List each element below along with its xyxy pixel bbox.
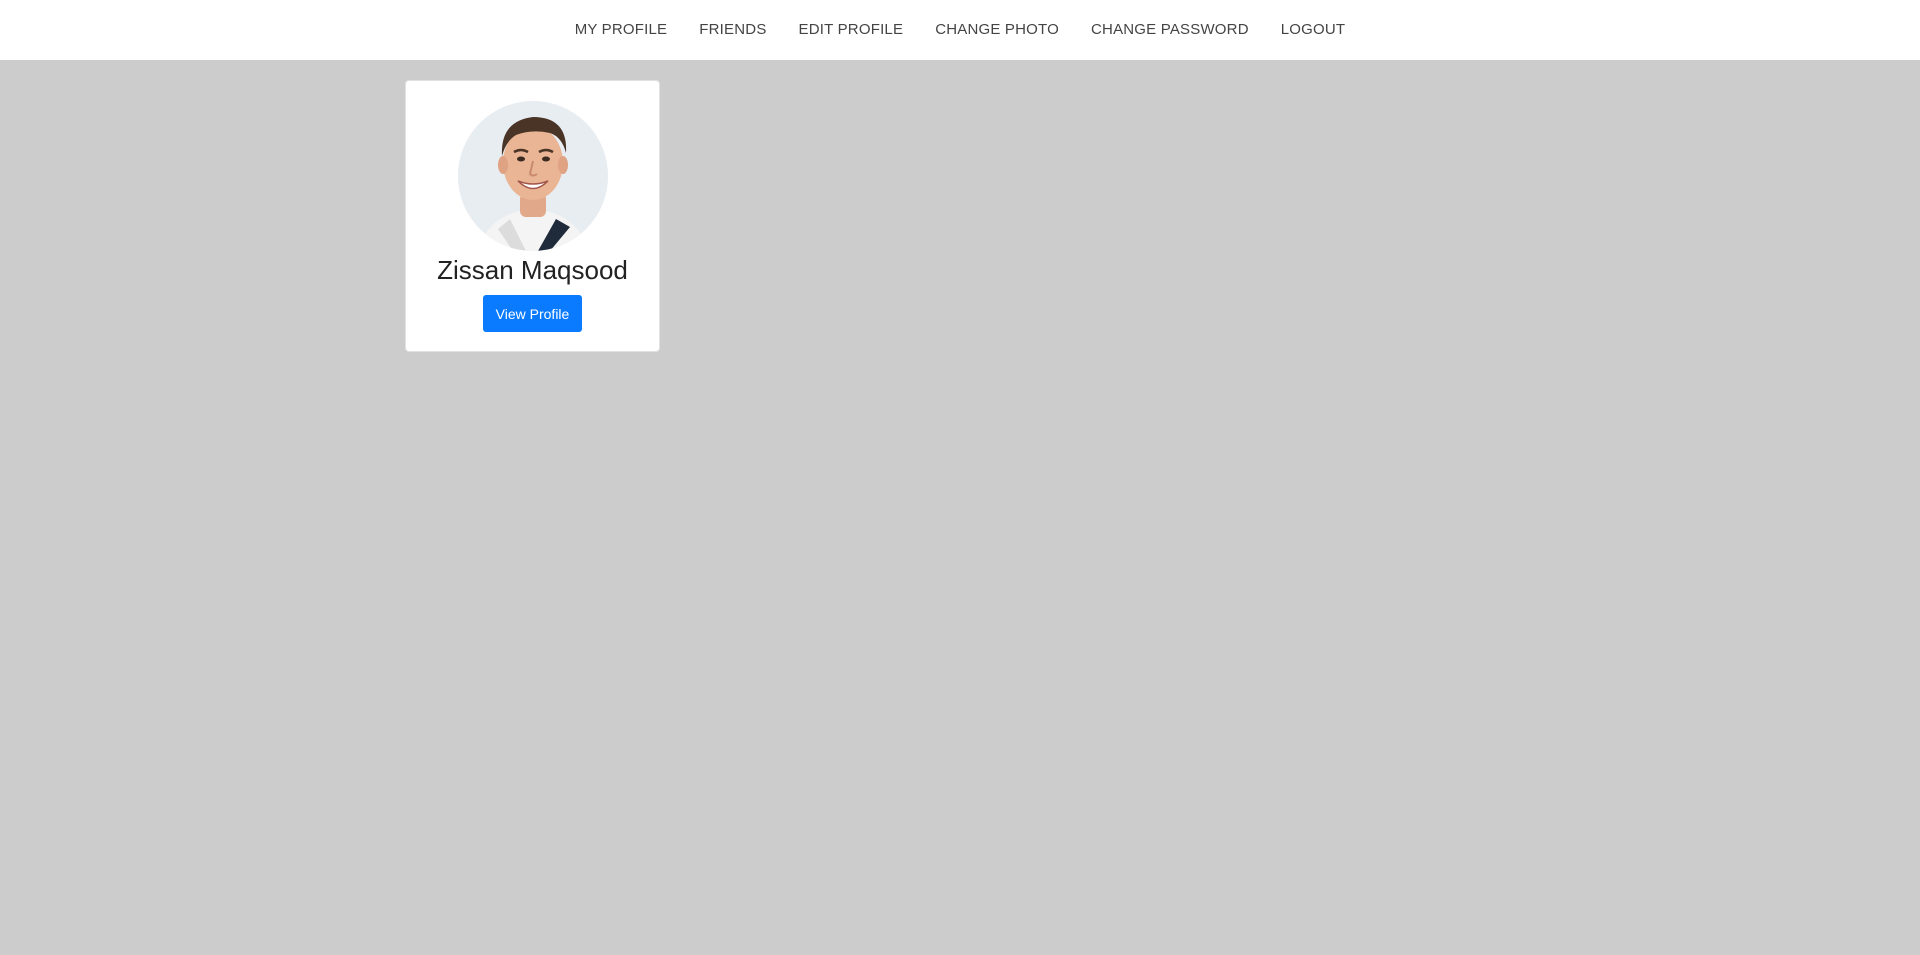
nav-link-my-profile[interactable]: MY PROFILE	[575, 21, 668, 38]
profile-card: Zissan Maqsood View Profile	[405, 80, 660, 352]
nav-link-change-photo[interactable]: CHANGE PHOTO	[935, 21, 1059, 38]
nav-item-edit-profile: EDIT PROFILE	[799, 21, 904, 39]
nav-item-friends: FRIENDS	[699, 21, 766, 39]
person-photo-icon	[457, 101, 608, 251]
top-navbar: MY PROFILE FRIENDS EDIT PROFILE CHANGE P…	[0, 0, 1920, 60]
nav-link-change-password[interactable]: CHANGE PASSWORD	[1091, 21, 1249, 38]
nav-item-my-profile: MY PROFILE	[575, 21, 668, 39]
nav-link-edit-profile[interactable]: EDIT PROFILE	[799, 21, 904, 38]
nav-item-change-photo: CHANGE PHOTO	[935, 21, 1059, 39]
avatar	[457, 101, 608, 251]
view-profile-button[interactable]: View Profile	[482, 295, 583, 332]
nav-item-logout: LOGOUT	[1281, 21, 1346, 39]
profile-name: Zissan Maqsood	[437, 255, 628, 285]
nav-link-logout[interactable]: LOGOUT	[1281, 21, 1346, 38]
nav-link-friends[interactable]: FRIENDS	[699, 21, 766, 38]
nav-menu: MY PROFILE FRIENDS EDIT PROFILE CHANGE P…	[575, 21, 1346, 39]
nav-item-change-password: CHANGE PASSWORD	[1091, 21, 1249, 39]
